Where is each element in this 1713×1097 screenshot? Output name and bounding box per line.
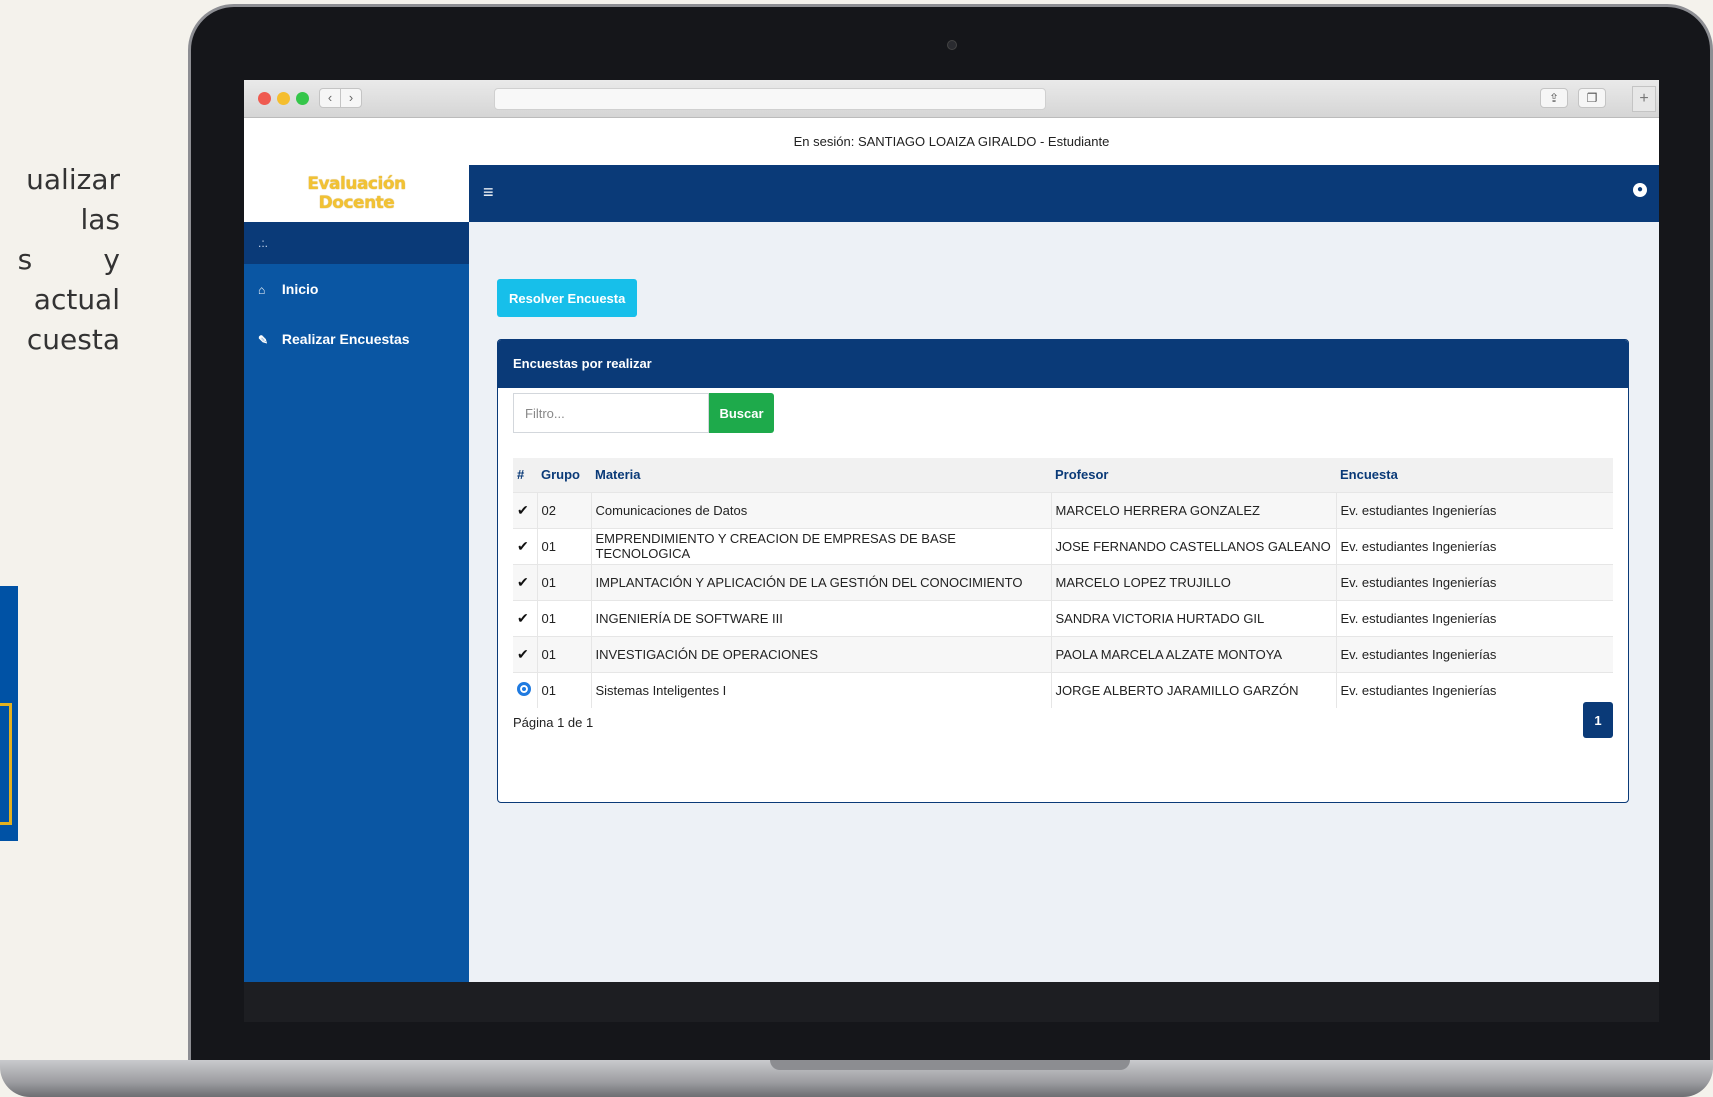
laptop-screen: ‹ › ⇪ ❐ + En sesión: SANTIAGO LOAIZA GIR…: [244, 80, 1659, 982]
sidebar-header: .:.: [244, 222, 469, 264]
menu-toggle-icon[interactable]: ≡: [483, 182, 494, 203]
cell-grupo: 02: [536, 492, 591, 528]
slide-line: cuesta: [26, 323, 120, 356]
laptop-notch: [770, 1060, 1130, 1070]
app-container: Evaluación Docente .:. ⌂ Inicio ✎ Realiz…: [244, 165, 1659, 982]
slide-text: ualizar las s y actual cuesta: [0, 160, 120, 360]
page-1-button[interactable]: 1: [1583, 702, 1613, 738]
camera-icon: [947, 40, 957, 50]
brand-line: Evaluación: [307, 174, 406, 194]
slide-line: las: [80, 203, 120, 236]
minimize-window-icon[interactable]: [277, 92, 290, 105]
cell-encuesta: Ev. estudiantes Ingenierías: [1335, 528, 1613, 564]
column-header: Materia: [595, 467, 641, 483]
cell-encuesta: Ev. estudiantes Ingenierías: [1335, 636, 1613, 672]
share-icon[interactable]: ⇪: [1540, 88, 1568, 108]
surveys-table: # Grupo Materia Profesor Encuesta ✔ 02 C…: [513, 458, 1613, 708]
cell-grupo: 01: [536, 636, 591, 672]
home-icon: ⌂: [258, 283, 266, 297]
slide-line: actual: [33, 283, 120, 316]
panel-title: Encuestas por realizar: [498, 340, 1628, 388]
filter-row: Buscar: [498, 388, 1628, 444]
cell-profesor: PAOLA MARCELA ALZATE MONTOYA: [1050, 636, 1336, 672]
pencil-icon: ✎: [258, 333, 269, 347]
laptop-chin: [244, 982, 1659, 1022]
tabs-icon[interactable]: ❐: [1578, 88, 1606, 108]
cell-grupo: 01: [536, 528, 591, 564]
cell-materia: EMPRENDIMIENTO Y CREACION DE EMPRESAS DE…: [590, 528, 1051, 564]
filter-input[interactable]: [513, 393, 709, 433]
table-row[interactable]: ✔ 02 Comunicaciones de Datos MARCELO HER…: [513, 492, 1613, 528]
check-icon: ✔: [517, 573, 529, 590]
address-bar[interactable]: [494, 88, 1046, 110]
brand-logo[interactable]: Evaluación Docente: [244, 165, 469, 222]
search-button[interactable]: Buscar: [709, 393, 774, 433]
user-account-icon[interactable]: ●: [1633, 183, 1647, 197]
cell-encuesta: Ev. estudiantes Ingenierías: [1335, 564, 1613, 600]
forward-button[interactable]: ›: [340, 88, 362, 108]
back-button[interactable]: ‹: [319, 88, 341, 108]
cell-profesor: JOSE FERNANDO CASTELLANOS GALEANO: [1050, 528, 1336, 564]
slide-decoration-box: [0, 586, 18, 841]
cell-profesor: MARCELO HERRERA GONZALEZ: [1050, 492, 1336, 528]
cell-encuesta: Ev. estudiantes Ingenierías: [1335, 600, 1613, 636]
slide-line: s y: [17, 243, 120, 276]
table-row[interactable]: ✔ 01 INVESTIGACIÓN DE OPERACIONES PAOLA …: [513, 636, 1613, 672]
sidebar-item-label: Inicio: [281, 281, 319, 297]
column-header: #: [517, 467, 525, 483]
resolve-survey-button[interactable]: Resolver Encuesta: [497, 279, 638, 317]
cell-encuesta: Ev. estudiantes Ingenierías: [1335, 492, 1613, 528]
column-header: Grupo: [541, 467, 580, 483]
maximize-window-icon[interactable]: [296, 92, 309, 105]
cell-materia: INVESTIGACIÓN DE OPERACIONES: [590, 636, 1051, 672]
cell-profesor: MARCELO LOPEZ TRUJILLO: [1050, 564, 1336, 600]
sidebar-item-realizar-encuestas[interactable]: ✎ Realizar Encuestas: [244, 314, 469, 364]
column-header: Encuesta: [1340, 467, 1398, 483]
table-header-row: # Grupo Materia Profesor Encuesta: [513, 458, 1613, 492]
cell-profesor: JORGE ALBERTO JARAMILLO GARZÓN: [1050, 672, 1336, 708]
radio-selected-icon[interactable]: [517, 681, 531, 696]
cell-grupo: 01: [536, 672, 591, 708]
top-navbar: ≡ ●: [469, 165, 1659, 222]
cell-grupo: 01: [536, 600, 591, 636]
cell-materia: IMPLANTACIÓN Y APLICACIÓN DE LA GESTIÓN …: [590, 564, 1051, 600]
check-icon: ✔: [517, 537, 529, 554]
slide-line: ualizar: [26, 163, 120, 196]
check-icon: ✔: [517, 609, 529, 626]
slide-highlight-frame: [0, 703, 12, 825]
close-window-icon[interactable]: [258, 92, 271, 105]
pagination-info: Página 1 de 1: [513, 715, 594, 730]
sidebar: Evaluación Docente .:. ⌂ Inicio ✎ Realiz…: [244, 165, 469, 982]
main-content: Resolver Encuesta Encuestas por realizar…: [469, 222, 1659, 982]
table-row[interactable]: ✔ 01 EMPRENDIMIENTO Y CREACION DE EMPRES…: [513, 528, 1613, 564]
new-tab-button[interactable]: +: [1632, 86, 1656, 112]
cell-materia: INGENIERÍA DE SOFTWARE III: [590, 600, 1051, 636]
session-info: En sesión: SANTIAGO LOAIZA GIRALDO - Est…: [244, 118, 1659, 165]
check-icon: ✔: [517, 645, 529, 662]
cell-materia: Sistemas Inteligentes I: [590, 672, 1051, 708]
cell-profesor: SANDRA VICTORIA HURTADO GIL: [1050, 600, 1336, 636]
cell-grupo: 01: [536, 564, 591, 600]
sidebar-item-inicio[interactable]: ⌂ Inicio: [244, 264, 469, 314]
table-row[interactable]: ✔ 01 IMPLANTACIÓN Y APLICACIÓN DE LA GES…: [513, 564, 1613, 600]
table-row[interactable]: 01 Sistemas Inteligentes I JORGE ALBERTO…: [513, 672, 1613, 708]
browser-toolbar: ‹ › ⇪ ❐ +: [244, 80, 1659, 118]
brand-line: Docente: [318, 193, 395, 213]
table-row[interactable]: ✔ 01 INGENIERÍA DE SOFTWARE III SANDRA V…: [513, 600, 1613, 636]
cell-encuesta: Ev. estudiantes Ingenierías: [1335, 672, 1613, 708]
column-header: Profesor: [1055, 467, 1109, 483]
surveys-panel: Encuestas por realizar Buscar # Grupo Ma…: [497, 339, 1629, 803]
check-icon: ✔: [517, 501, 529, 518]
sidebar-item-label: Realizar Encuestas: [281, 331, 410, 347]
cell-materia: Comunicaciones de Datos: [590, 492, 1051, 528]
